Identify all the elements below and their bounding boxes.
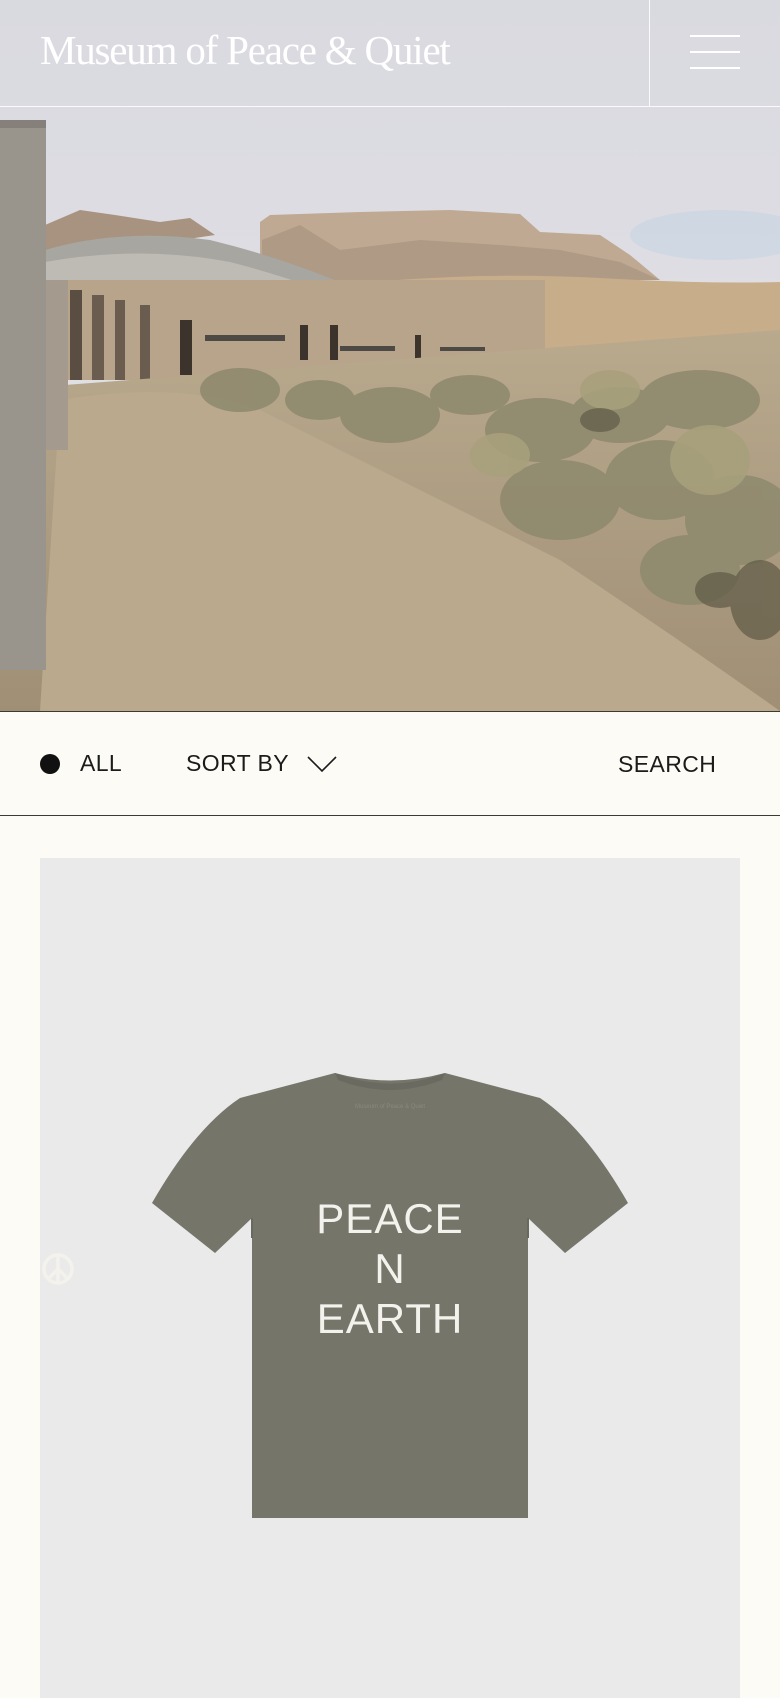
filter-all-button[interactable]: ALL [40,712,122,815]
search-button[interactable]: SEARCH [618,712,716,817]
site-logo[interactable]: Museum of Peace & Quiet [40,24,451,76]
filter-bar: ALL SORT BY SEARCH [0,711,780,816]
menu-button[interactable] [650,0,780,106]
shirt-print-line1: PEACE [316,1195,464,1242]
product-card[interactable]: Museum of Peace & Quiet PEACE N EARTH [40,858,740,1698]
chevron-down-icon [307,755,337,772]
hero-banner: Museum of Peace & Quiet [0,0,780,711]
hamburger-menu-icon-line [690,51,740,53]
shirt-print-line2-text: N [374,1245,406,1292]
svg-text:Museum of Peace & Quiet: Museum of Peace & Quiet [355,1104,425,1110]
sort-by-dropdown[interactable]: SORT BY [186,712,337,815]
site-header: Museum of Peace & Quiet [0,0,780,107]
selected-dot-icon [40,753,60,774]
sort-by-label: SORT BY [186,750,289,776]
hamburger-menu-icon-line [690,67,740,69]
filter-all-label: ALL [80,750,123,776]
shirt-print-line3: EARTH [316,1295,464,1342]
peace-sign-icon [42,1253,74,1285]
search-label: SEARCH [618,751,717,777]
shirt-print-line2: N [40,1244,740,1294]
hamburger-menu-icon [690,35,740,37]
